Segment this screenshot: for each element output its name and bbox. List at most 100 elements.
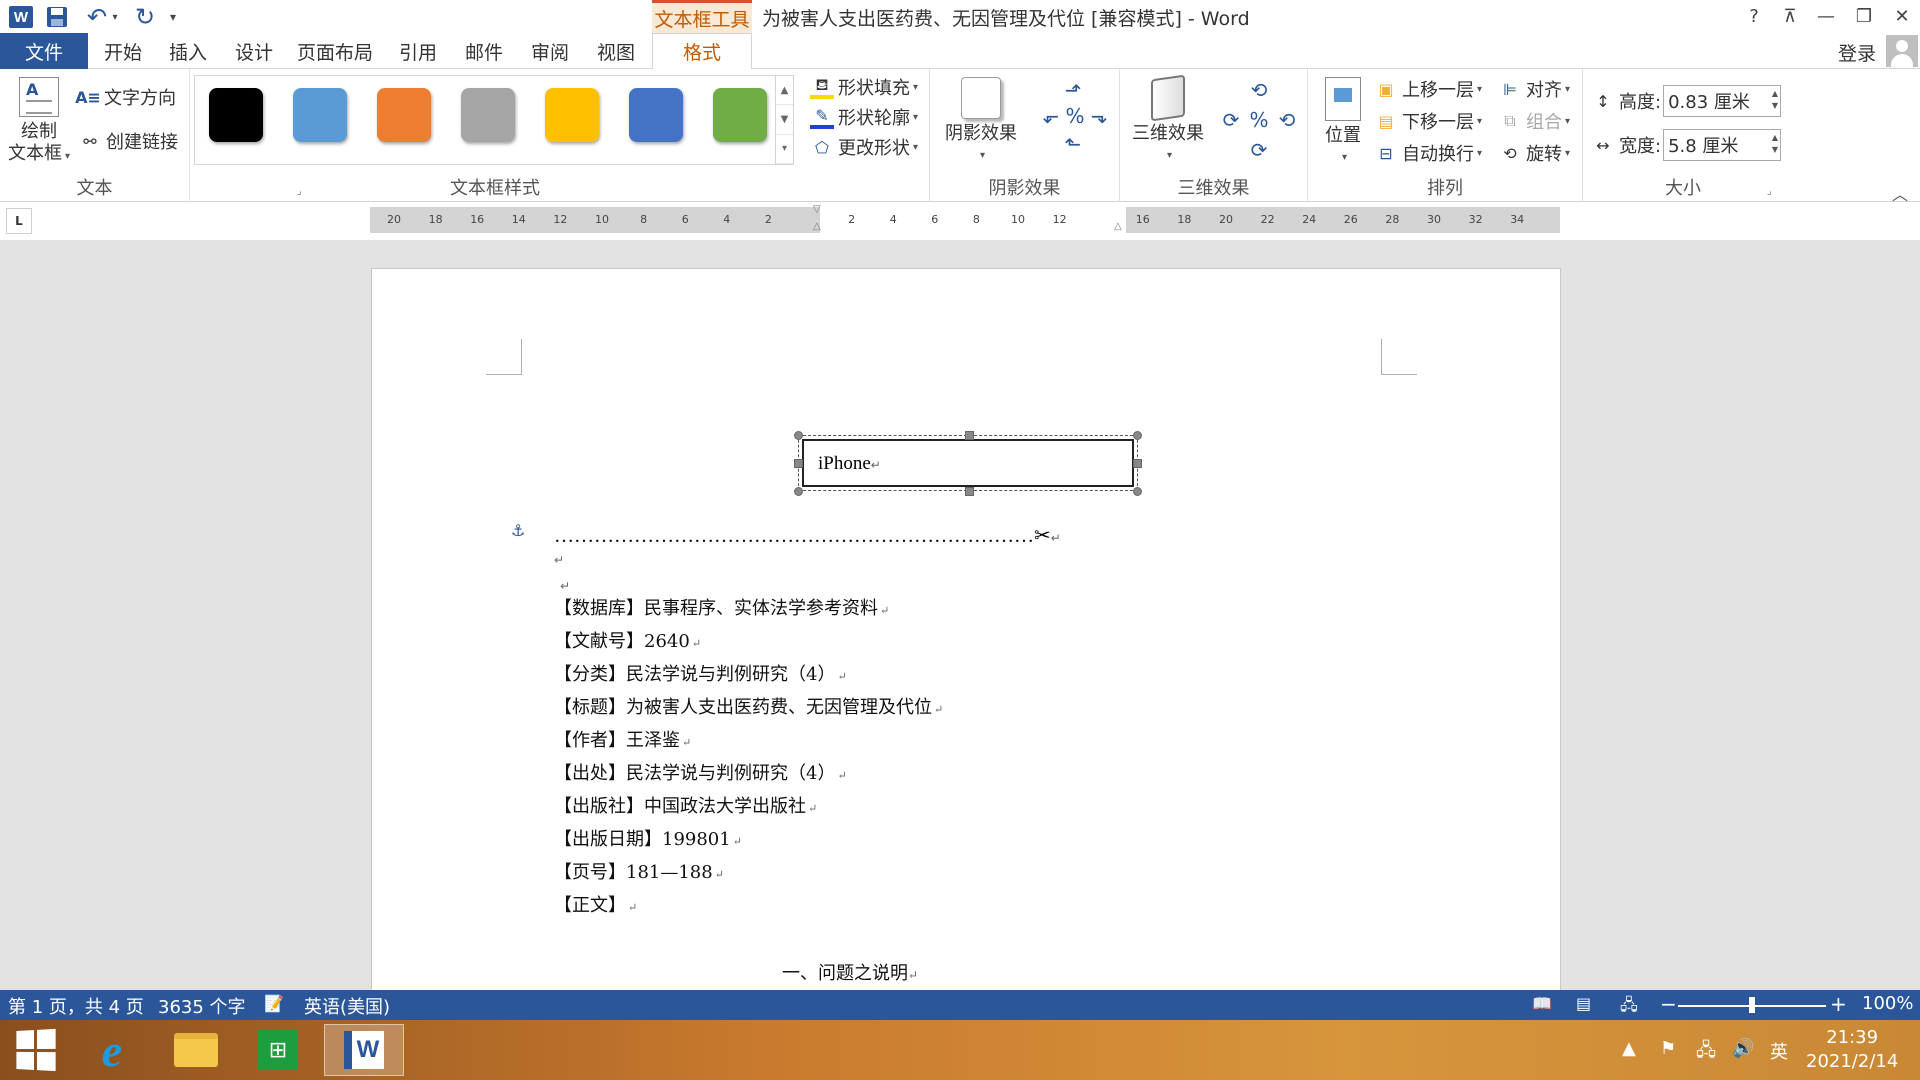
document-page[interactable]: iPhone↵ ⚓ ………………………………………………………………✂↵ ↵ ↵… bbox=[371, 268, 1561, 1028]
save-icon[interactable] bbox=[44, 4, 70, 30]
customize-qat-icon[interactable]: ▾ bbox=[166, 4, 180, 30]
3d-toggle-icon[interactable]: % bbox=[1246, 107, 1272, 133]
gallery-down-icon[interactable]: ▼ bbox=[776, 105, 793, 135]
tab-format[interactable]: 格式 bbox=[652, 33, 752, 70]
textbox[interactable]: iPhone↵ bbox=[794, 431, 1142, 496]
resize-handle[interactable] bbox=[1133, 487, 1142, 496]
language-status[interactable]: 英语(美国) bbox=[304, 993, 390, 1019]
close-button[interactable]: ✕ bbox=[1884, 2, 1920, 30]
send-backward-button[interactable]: ▤ 下移一层 ▾ bbox=[1374, 107, 1482, 135]
minimize-button[interactable]: — bbox=[1808, 2, 1844, 30]
nudge-shadow-down-icon[interactable]: ⬑ bbox=[1060, 131, 1086, 157]
create-link-button[interactable]: ⚯ 创建链接 bbox=[78, 127, 178, 155]
hanging-indent-marker-icon[interactable]: △ bbox=[813, 221, 821, 232]
clock[interactable]: 21:39 2021/2/14 bbox=[1806, 1026, 1898, 1074]
wrap-text-button[interactable]: ⊟ 自动换行 ▾ bbox=[1374, 139, 1482, 167]
rotate-button[interactable]: ⟲ 旋转 ▾ bbox=[1498, 139, 1570, 167]
volume-icon[interactable]: 🔊 bbox=[1732, 1038, 1754, 1059]
word-count-status[interactable]: 3635 个字 bbox=[158, 993, 246, 1019]
right-indent-marker-icon[interactable]: △ bbox=[1114, 221, 1122, 232]
web-layout-icon[interactable]: 🖧 bbox=[1620, 994, 1638, 1021]
height-input[interactable]: 0.83 厘米 ▲ ▼ bbox=[1663, 85, 1782, 117]
shape-fill-button[interactable]: ⛾ 形状填充 ▾ bbox=[810, 73, 918, 101]
horizontal-ruler[interactable]: 20 18 16 14 12 10 8 6 4 2 2 4 6 8 10 12 16 18 20 22 24 26 28 30… bbox=[370, 204, 1560, 233]
zoom-out-button[interactable]: − bbox=[1660, 992, 1677, 1016]
tab-selector[interactable]: L bbox=[6, 208, 32, 234]
textbox-style-swatch[interactable] bbox=[713, 88, 767, 142]
dialog-launcher-icon[interactable]: ⌟ bbox=[297, 186, 309, 198]
show-hidden-icons-icon[interactable]: ▲ bbox=[1622, 1038, 1636, 1059]
proofing-icon[interactable]: 📝 bbox=[264, 994, 284, 1013]
resize-handle[interactable] bbox=[794, 487, 803, 496]
gallery-up-icon[interactable]: ▲ bbox=[776, 76, 793, 106]
resize-handle[interactable] bbox=[794, 459, 803, 468]
resize-handle[interactable] bbox=[794, 431, 803, 440]
textbox-style-swatch[interactable] bbox=[629, 88, 683, 142]
resize-handle[interactable] bbox=[965, 487, 974, 496]
start-button[interactable] bbox=[0, 1024, 70, 1076]
tab-references[interactable]: 引用 bbox=[390, 33, 446, 69]
resize-handle[interactable] bbox=[965, 431, 974, 440]
network-icon[interactable]: 🖧 bbox=[1696, 1038, 1716, 1068]
print-layout-icon[interactable]: ▤ bbox=[1576, 994, 1591, 1013]
zoom-level[interactable]: 100% bbox=[1862, 993, 1913, 1014]
tab-mailings[interactable]: 邮件 bbox=[456, 33, 512, 69]
tilt-right-icon[interactable]: ⟲ bbox=[1274, 107, 1300, 133]
tab-design[interactable]: 设计 bbox=[226, 33, 282, 69]
group-button[interactable]: ⧉ 组合 ▾ bbox=[1498, 107, 1570, 135]
change-shape-button[interactable]: ⬠ 更改形状 ▾ bbox=[810, 133, 918, 161]
repeat-icon[interactable]: ↻ bbox=[132, 3, 158, 31]
dialog-launcher-icon[interactable]: ⌟ bbox=[1767, 186, 1779, 198]
text-direction-button[interactable]: A≡ 文字方向 bbox=[75, 83, 176, 111]
gallery-more-icon[interactable]: ▾ bbox=[776, 135, 793, 164]
tab-page-layout[interactable]: 页面布局 bbox=[290, 33, 380, 69]
first-indent-marker-icon[interactable]: ▽ bbox=[813, 204, 821, 215]
tab-review[interactable]: 审阅 bbox=[522, 33, 578, 69]
collapse-ribbon-icon[interactable]: ︿ bbox=[1892, 181, 1908, 205]
shadow-toggle-icon[interactable]: % bbox=[1062, 103, 1088, 129]
action-center-flag-icon[interactable]: ⚑ bbox=[1660, 1038, 1676, 1059]
nudge-shadow-right-icon[interactable]: ⬎ bbox=[1086, 103, 1112, 129]
bring-forward-button[interactable]: ▣ 上移一层 ▾ bbox=[1374, 75, 1482, 103]
word-app-icon[interactable]: W bbox=[8, 4, 34, 30]
store-icon[interactable]: ⊞ bbox=[246, 1024, 310, 1076]
position-button[interactable]: 位置 ▾ bbox=[1312, 77, 1374, 169]
width-input[interactable]: 5.8 厘米 ▲ ▼ bbox=[1663, 129, 1782, 161]
shadow-effects-button[interactable]: 阴影效果 ▾ bbox=[936, 77, 1026, 167]
ribbon-display-options-button[interactable]: ⊼ bbox=[1772, 2, 1808, 30]
textbox-style-swatch[interactable] bbox=[545, 88, 599, 142]
tab-insert[interactable]: 插入 bbox=[160, 33, 216, 69]
nudge-shadow-left-icon[interactable]: ⬐ bbox=[1038, 103, 1064, 129]
textbox-style-swatch[interactable] bbox=[209, 88, 263, 142]
avatar[interactable] bbox=[1886, 35, 1918, 67]
file-explorer-icon[interactable] bbox=[164, 1024, 228, 1076]
read-mode-icon[interactable]: 📖 bbox=[1532, 994, 1552, 1013]
anchor-icon[interactable]: ⚓ bbox=[511, 521, 525, 540]
3d-effects-button[interactable]: 三维效果 ▾ bbox=[1126, 74, 1210, 167]
login-link[interactable]: 登录 bbox=[1838, 39, 1876, 66]
tilt-down-icon[interactable]: ⟳ bbox=[1246, 137, 1272, 163]
internet-explorer-icon[interactable]: e bbox=[80, 1024, 144, 1076]
spin-up-icon[interactable]: ▲ bbox=[1772, 88, 1778, 100]
page-count-status[interactable]: 第 1 页，共 4 页 bbox=[8, 993, 144, 1019]
resize-handle[interactable] bbox=[1133, 459, 1142, 468]
align-button[interactable]: ⊫ 对齐 ▾ bbox=[1498, 75, 1570, 103]
tab-home[interactable]: 开始 bbox=[94, 33, 152, 69]
textbox-style-swatch[interactable] bbox=[293, 88, 347, 142]
textbox-style-swatch[interactable] bbox=[461, 88, 515, 142]
tilt-up-icon[interactable]: ⟲ bbox=[1246, 77, 1272, 103]
ime-indicator[interactable]: 英 bbox=[1770, 1038, 1788, 1064]
zoom-in-button[interactable]: + bbox=[1830, 992, 1847, 1016]
zoom-slider-thumb[interactable] bbox=[1749, 997, 1755, 1013]
shape-outline-button[interactable]: ✎ 形状轮廓 ▾ bbox=[810, 103, 918, 131]
textbox-content[interactable]: iPhone↵ bbox=[802, 439, 1134, 487]
spin-down-icon[interactable]: ▼ bbox=[1772, 100, 1778, 112]
undo-icon[interactable]: ↶ bbox=[84, 3, 110, 31]
textbox-style-swatch[interactable] bbox=[377, 88, 431, 142]
tilt-left-icon[interactable]: ⟳ bbox=[1218, 107, 1244, 133]
resize-handle[interactable] bbox=[1133, 431, 1142, 440]
draw-textbox-button[interactable]: 绘制 文本框▾ bbox=[4, 77, 74, 168]
spin-up-icon[interactable]: ▲ bbox=[1772, 132, 1778, 144]
word-taskbar-button[interactable]: W bbox=[324, 1024, 404, 1076]
document-area[interactable]: iPhone↵ ⚓ ………………………………………………………………✂↵ ↵ ↵… bbox=[0, 240, 1920, 1028]
